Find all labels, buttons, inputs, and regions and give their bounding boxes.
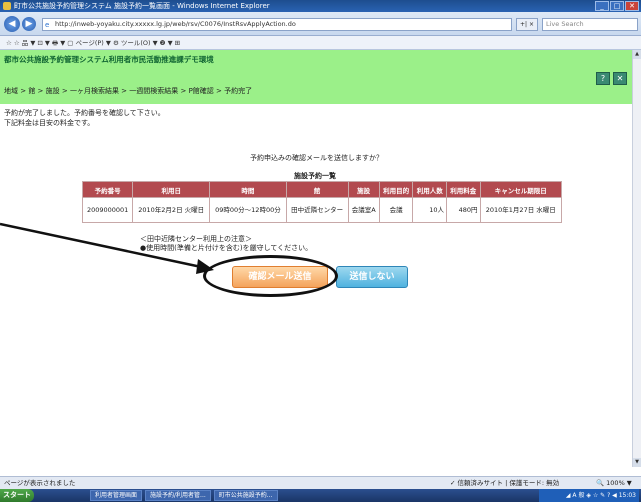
- url-text: http://inweb-yoyaku.city.xxxxx.lg.jp/web…: [55, 20, 296, 28]
- windows-taskbar: スタート 利用者管理画面 施設予約/利用者管... 町市公共施設予約... ◢ …: [0, 489, 641, 502]
- cell-fee: 480円: [446, 198, 480, 222]
- forward-button[interactable]: ▶: [22, 17, 36, 31]
- confirm-mail-question: 予約申込みの確認メールを送信しますか？: [250, 154, 383, 162]
- url-input[interactable]: e http://inweb-yoyaku.city.xxxxx.lg.jp/w…: [42, 18, 512, 31]
- breadcrumb: 地域 > 館 > 施設 > 一ヶ月検索結果 > 一週間検索結果 > P館確認 >…: [4, 87, 253, 95]
- window-controls: _ □ ✕: [595, 1, 639, 11]
- do-not-send-button[interactable]: 送信しない: [336, 266, 408, 288]
- col-reservation-number: 予約番号: [83, 182, 133, 197]
- completion-message: 予約が完了しました。予約番号を確認して下さい。: [4, 109, 165, 117]
- scroll-up-icon[interactable]: ▲: [633, 50, 641, 59]
- back-button[interactable]: ◀: [4, 16, 20, 32]
- search-input[interactable]: Live Search: [542, 18, 638, 31]
- security-zone: ✓ 信頼済みサイト | 保護モード: 無効: [450, 479, 560, 487]
- header-icons: ? ✕: [596, 72, 627, 85]
- logout-icon[interactable]: ✕: [613, 72, 627, 85]
- cell-reservation-number: 2009000001: [83, 198, 133, 222]
- ie-app-icon: [3, 2, 11, 10]
- ie-page-icon: e: [45, 21, 50, 29]
- taskbar-item[interactable]: 施設予約/利用者管...: [145, 490, 211, 501]
- cell-purpose: 会議: [379, 198, 413, 222]
- maximize-button[interactable]: □: [610, 1, 624, 11]
- usage-notes-text: ●使用時間(準備と片付けを含む)を厳守してください。: [140, 244, 313, 252]
- cell-cancel-deadline: 2010年1月27日 水曜日: [480, 198, 561, 222]
- table-header-row: 予約番号 利用日 時間 館 施設 利用目的 利用人数 利用料金 キャンセル期限日: [83, 182, 561, 197]
- col-people: 利用人数: [413, 182, 446, 197]
- cell-time: 09時00分〜12時00分: [210, 198, 286, 222]
- start-button[interactable]: スタート: [0, 489, 34, 502]
- scroll-down-icon[interactable]: ▼: [633, 458, 641, 467]
- address-bar: ◀ ▶ e http://inweb-yoyaku.city.xxxxx.lg.…: [0, 12, 641, 36]
- window-titlebar: 町市公共施設予約管理システム 施設予約一覧画面 - Windows Intern…: [0, 0, 641, 12]
- command-toolbar[interactable]: ☆ ☆ 品 ▼ ⊡ ▼ 🖶 ▼ ▢ ページ(P) ▼ ⚙ ツール(O) ▼ ❷ …: [0, 36, 641, 50]
- col-use-date: 利用日: [133, 182, 210, 197]
- col-building: 館: [286, 182, 348, 197]
- refresh-stop-buttons[interactable]: +| ×: [516, 18, 538, 31]
- col-facility: 施設: [348, 182, 379, 197]
- cell-use-date: 2010年2月2日 火曜日: [133, 198, 210, 222]
- vertical-scrollbar[interactable]: ▲ ▼: [632, 50, 641, 467]
- reservation-table: 予約番号 利用日 時間 館 施設 利用目的 利用人数 利用料金 キャンセル期限日…: [82, 181, 562, 223]
- site-title: 都市公共施設予約管理システム利用者市民活動推進課デモ環境: [4, 55, 214, 64]
- col-cancel-deadline: キャンセル期限日: [480, 182, 561, 197]
- system-tray: ◢ A 般 ◈ ☆ ✎ ? ◀ 15:03: [539, 489, 639, 502]
- help-icon[interactable]: ?: [596, 72, 610, 85]
- window-title: 町市公共施設予約管理システム 施設予約一覧画面 - Windows Intern…: [14, 2, 270, 10]
- taskbar-tasks: 利用者管理画面 施設予約/利用者管... 町市公共施設予約...: [90, 490, 278, 501]
- cell-building: 田中近隣センター: [286, 198, 348, 222]
- cell-people: 10人: [413, 198, 446, 222]
- col-fee: 利用料金: [446, 182, 480, 197]
- cell-facility: 会議室A: [348, 198, 379, 222]
- col-time: 時間: [210, 182, 286, 197]
- table-row: 2009000001 2010年2月2日 火曜日 09時00分〜12時00分 田…: [83, 198, 561, 222]
- status-bar: ページが表示されました ✓ 信頼済みサイト | 保護モード: 無効 🔍 100%…: [0, 476, 641, 489]
- zoom-level[interactable]: 🔍 100% ▼: [596, 477, 632, 489]
- taskbar-item[interactable]: 利用者管理画面: [90, 490, 143, 501]
- site-header: 都市公共施設予約管理システム利用者市民活動推進課デモ環境 ? ✕ 地域 > 館 …: [0, 50, 641, 104]
- col-purpose: 利用目的: [379, 182, 413, 197]
- fee-note: 下記料金は目安の料金です。: [4, 119, 95, 127]
- minimize-button[interactable]: _: [595, 1, 609, 11]
- send-confirmation-mail-button[interactable]: 確認メール送信: [232, 266, 328, 288]
- table-title: 施設予約一覧: [294, 172, 336, 180]
- close-window-button[interactable]: ✕: [625, 1, 639, 11]
- taskbar-item[interactable]: 町市公共施設予約...: [213, 490, 278, 501]
- status-text: ページが表示されました: [4, 479, 76, 487]
